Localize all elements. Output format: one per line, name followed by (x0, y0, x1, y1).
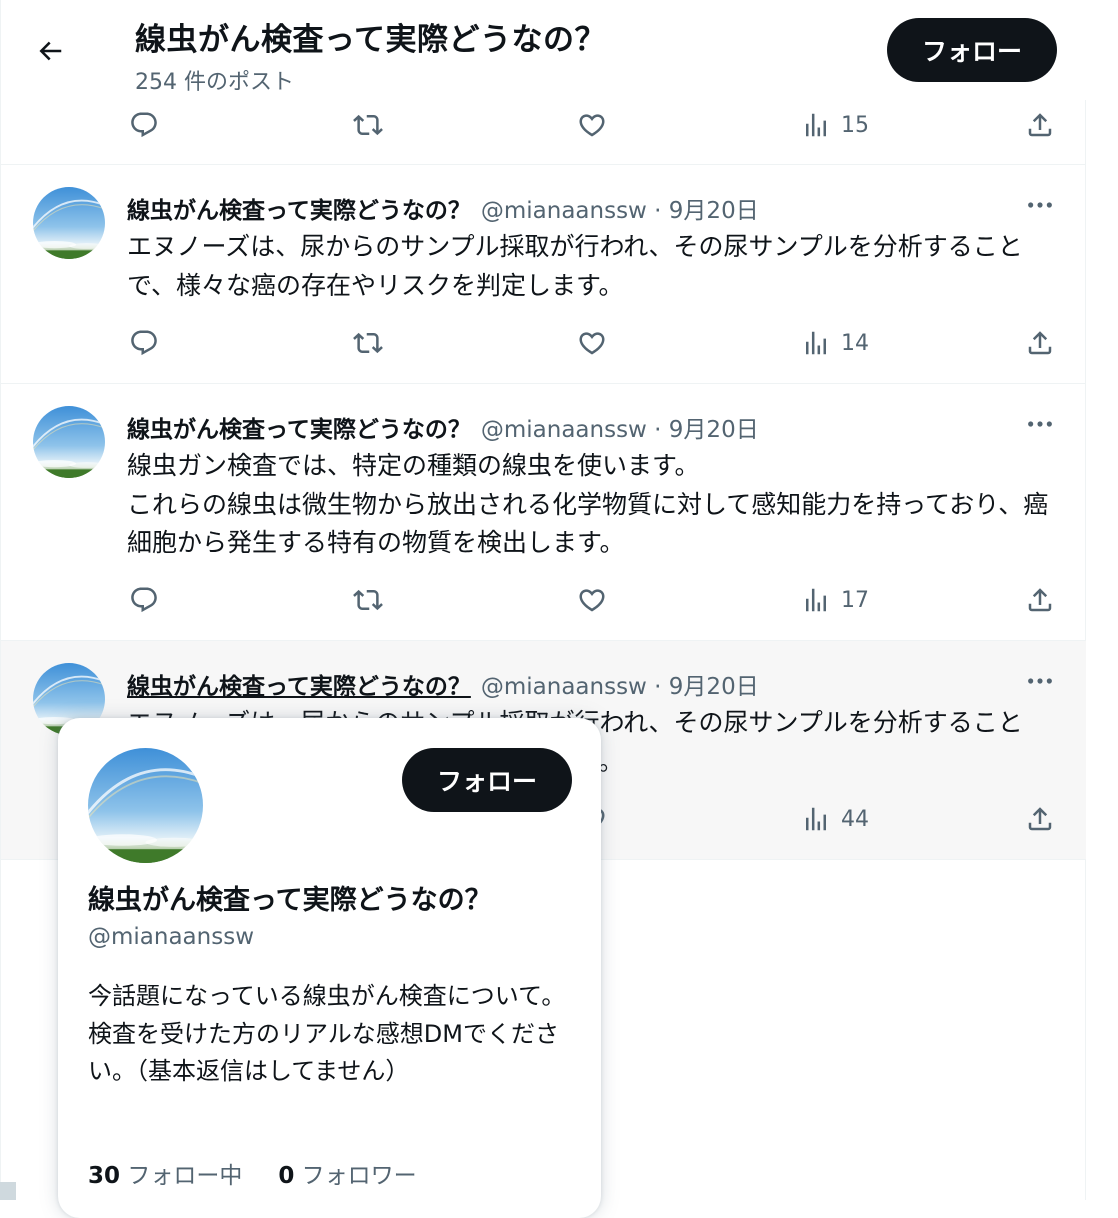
views-button[interactable]: 14 (801, 328, 869, 358)
more-button[interactable] (1023, 195, 1057, 215)
retweet-button[interactable] (353, 585, 383, 615)
like-icon (577, 585, 607, 615)
retweet-button[interactable] (353, 328, 383, 358)
hovercard-name[interactable]: 線虫がん検査って実際どうなの？ (88, 878, 492, 917)
like-button[interactable] (577, 585, 607, 615)
back-button[interactable] (29, 30, 71, 72)
scrollbar-marker[interactable] (0, 1182, 16, 1200)
author-name[interactable]: 線虫がん検査って実際どうなの？ (127, 674, 471, 700)
follow-button[interactable]: フォロー (887, 18, 1057, 82)
share-icon (1025, 328, 1055, 358)
author-name[interactable]: 線虫がん検査って実際どうなの？ (127, 198, 471, 224)
retweet-button[interactable] (353, 110, 383, 140)
like-icon (577, 328, 607, 358)
hovercard-follow-button[interactable]: フォロー (402, 748, 572, 812)
share-button[interactable] (1025, 804, 1055, 834)
share-icon (1025, 585, 1055, 615)
share-icon (1025, 804, 1055, 834)
reply-icon (129, 328, 159, 358)
like-button[interactable] (577, 110, 607, 140)
views-icon (801, 328, 831, 358)
author-name[interactable]: 線虫がん検査って実際どうなの？ (127, 417, 471, 443)
followers-label: フォロワー (301, 1163, 417, 1189)
reply-icon (129, 585, 159, 615)
post-count: 254 件のポスト (135, 70, 294, 95)
tweet-text: エヌノーズは、尿からのサンプル採取が行われ、その尿サンプルを分析することで、様々… (127, 232, 1023, 300)
more-icon (1026, 200, 1054, 210)
following-link[interactable]: 30 フォロー中 (88, 1163, 242, 1189)
views-icon (801, 804, 831, 834)
share-icon (1025, 110, 1055, 140)
tweet-header: 線虫がん検査って実際どうなの？ @mianaanssw · 9月20日 (127, 191, 759, 225)
views-button[interactable]: 17 (801, 585, 869, 615)
share-button[interactable] (1025, 328, 1055, 358)
reply-button[interactable] (129, 110, 159, 140)
views-count: 14 (841, 330, 869, 356)
tweet-1[interactable]: 線虫がん検査って実際どうなの？ @mianaanssw · 9月20日 エヌノーズ… (1, 165, 1086, 384)
views-count: 44 (841, 806, 869, 832)
author-handle-date[interactable]: @mianaanssw · 9月20日 (481, 198, 759, 224)
more-icon (1026, 419, 1054, 429)
tweet-text-line: これらの線虫は微生物から放出される化学物質に対して感知能力を持っており、癌細胞か… (127, 489, 1049, 558)
hovercard-avatar[interactable] (88, 748, 203, 863)
following-count: 30 (88, 1163, 121, 1189)
profile-hovercard: フォロー 線虫がん検査って実際どうなの？ @mianaanssw 今話題になって… (58, 718, 601, 1218)
back-arrow-icon (39, 41, 62, 61)
tweet-2[interactable]: 線虫がん検査って実際どうなの？ @mianaanssw · 9月20日 線虫ガン検… (1, 384, 1086, 641)
more-button[interactable] (1023, 671, 1057, 691)
hovercard-bio: 今話題になっている線虫がん検査について。検査を受けた方のリアルな感想DMでくださ… (88, 982, 566, 1085)
avatar[interactable] (33, 406, 105, 478)
share-button[interactable] (1025, 110, 1055, 140)
tweet-text-line: 線虫ガン検査では、特定の種類の線虫を使います。 (127, 451, 700, 480)
following-label: フォロー中 (127, 1163, 243, 1189)
hovercard-handle[interactable]: @mianaanssw (88, 924, 254, 950)
more-icon (1026, 676, 1054, 686)
share-button[interactable] (1025, 585, 1055, 615)
like-button[interactable] (577, 328, 607, 358)
reply-button[interactable] (129, 585, 159, 615)
reply-button[interactable] (129, 328, 159, 358)
author-handle-date[interactable]: @mianaanssw · 9月20日 (481, 417, 759, 443)
views-icon (801, 110, 831, 140)
views-button[interactable]: 44 (801, 804, 869, 834)
views-count: 15 (841, 112, 869, 138)
profile-header: 線虫がん検査って実際どうなの？ 254 件のポスト フォロー (1, 0, 1086, 100)
reply-icon (129, 110, 159, 140)
views-button[interactable]: 15 (801, 110, 869, 140)
hovercard-stats: 30 フォロー中 0 フォロワー (88, 1156, 417, 1190)
retweet-icon (353, 110, 383, 140)
more-button[interactable] (1023, 414, 1057, 434)
retweet-icon (353, 585, 383, 615)
author-handle-date[interactable]: @mianaanssw · 9月20日 (481, 674, 759, 700)
views-count: 17 (841, 587, 869, 613)
avatar[interactable] (33, 187, 105, 259)
views-icon (801, 585, 831, 615)
page-title: 線虫がん検査って実際どうなの？ (135, 22, 606, 58)
tweet-header: 線虫がん検査って実際どうなの？ @mianaanssw · 9月20日 (127, 410, 759, 444)
followers-count: 0 (278, 1163, 295, 1189)
like-icon (577, 110, 607, 140)
followers-link[interactable]: 0 フォロワー (278, 1163, 416, 1189)
retweet-icon (353, 328, 383, 358)
tweet-text: 線虫ガン検査では、特定の種類の線虫を使います。 これらの線虫は微生物から放出され… (127, 447, 1062, 563)
tweet-header: 線虫がん検査って実際どうなの？ @mianaanssw · 9月20日 (127, 667, 759, 701)
